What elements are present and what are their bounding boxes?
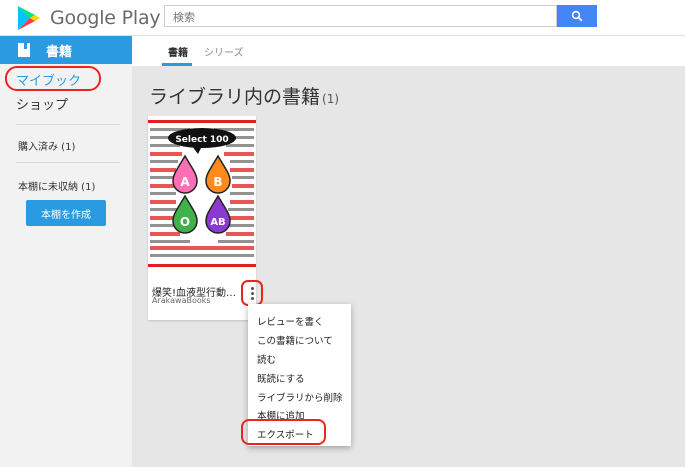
- play-logo-icon: [18, 6, 40, 30]
- page-title-text: ライブラリ内の書籍: [149, 86, 321, 108]
- google-play-logo[interactable]: Google Play: [14, 4, 161, 32]
- menu-item-write-review[interactable]: レビューを書く: [257, 314, 324, 328]
- sidebar: 書籍 マイブック ショップ 購入済み (1) 本棚に未収納 (1) 本棚を作成: [0, 36, 132, 467]
- book-cover-art: Select 100 A B O AB: [148, 116, 256, 271]
- book-cover[interactable]: Select 100 A B O AB: [148, 116, 256, 271]
- book-menu-button[interactable]: [241, 280, 263, 306]
- search-input[interactable]: [165, 7, 556, 28]
- book-card[interactable]: Select 100 A B O AB 爆笑!血液型行動… ArakawaBoo…: [148, 116, 256, 320]
- highlight-ring-mybook: [5, 66, 101, 91]
- sidebar-item-unshelved[interactable]: 本棚に未収納 (1): [18, 178, 95, 193]
- menu-item-remove-from-library[interactable]: ライブラリから削除: [257, 390, 343, 404]
- cover-badge-text: Select 100: [175, 135, 228, 145]
- menu-item-about-book[interactable]: この書籍について: [257, 333, 333, 347]
- highlight-ring-export: [241, 419, 326, 445]
- menu-item-read[interactable]: 読む: [257, 352, 276, 366]
- page-title: ライブラリ内の書籍 (1): [149, 82, 339, 109]
- search-button[interactable]: [557, 5, 597, 27]
- tab-books[interactable]: 書籍: [168, 44, 188, 59]
- sidebar-divider: [16, 162, 120, 163]
- app-root: Google Play 書籍 マイブック ショップ 購入済み (1) 本棚に未収…: [0, 0, 685, 467]
- search-icon: [571, 10, 583, 22]
- sidebar-item-shop[interactable]: ショップ: [16, 94, 68, 113]
- book-icon: [18, 43, 30, 57]
- search-box: [164, 5, 557, 28]
- more-vert-icon: [250, 286, 254, 300]
- sidebar-section-books[interactable]: 書籍: [0, 36, 132, 64]
- sidebar-section-label: 書籍: [46, 44, 73, 60]
- sidebar-item-purchased[interactable]: 購入済み (1): [18, 138, 75, 153]
- tab-series[interactable]: シリーズ: [204, 44, 244, 59]
- svg-text:O: O: [180, 215, 190, 229]
- svg-text:B: B: [213, 175, 222, 189]
- svg-text:A: A: [180, 175, 190, 189]
- logo-text: Google Play: [50, 7, 161, 29]
- svg-text:AB: AB: [210, 217, 225, 228]
- sidebar-divider: [16, 124, 120, 125]
- active-tab-indicator: [162, 63, 192, 66]
- book-count: (1): [322, 92, 340, 106]
- top-bar: Google Play: [0, 0, 685, 36]
- create-shelf-button[interactable]: 本棚を作成: [26, 200, 106, 226]
- menu-item-mark-as-read[interactable]: 既読にする: [257, 371, 305, 385]
- book-author[interactable]: ArakawaBooks: [152, 296, 211, 305]
- tab-bar: 書籍 シリーズ: [132, 36, 685, 66]
